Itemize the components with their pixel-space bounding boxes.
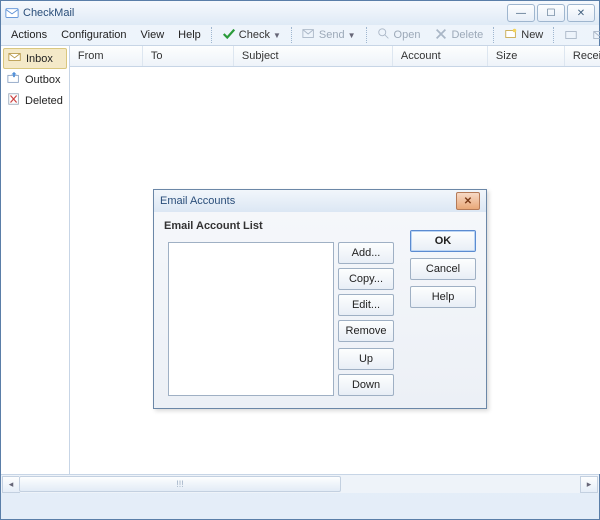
dialog-titlebar: Email Accounts ✕: [154, 190, 486, 212]
sidebar-item-outbox[interactable]: Outbox: [1, 69, 69, 90]
reply-icon-button[interactable]: [558, 26, 584, 44]
send-icon: [302, 27, 316, 44]
window-title: CheckMail: [23, 7, 507, 19]
toolbar-separator: [493, 27, 494, 43]
scroll-thumb[interactable]: !!!: [19, 476, 341, 492]
col-to[interactable]: To: [143, 46, 234, 66]
menu-help[interactable]: Help: [172, 28, 207, 42]
col-from[interactable]: From: [70, 46, 143, 66]
cancel-button[interactable]: Cancel: [410, 258, 476, 280]
delete-label: Delete: [451, 29, 483, 41]
account-listbox[interactable]: [168, 242, 334, 396]
copy-button[interactable]: Copy...: [338, 268, 394, 290]
sidebar-item-label: Deleted: [25, 95, 63, 107]
delete-icon: [434, 27, 448, 44]
titlebar: CheckMail — ☐ ✕: [1, 1, 599, 25]
send-button[interactable]: Send ▼: [296, 25, 362, 46]
dialog-title: Email Accounts: [160, 195, 456, 207]
col-subject[interactable]: Subject: [234, 46, 393, 66]
dialog-action-buttons: OK Cancel Help: [410, 230, 476, 308]
check-button[interactable]: Check ▼: [216, 25, 287, 46]
up-button[interactable]: Up: [338, 348, 394, 370]
toolbar-separator: [291, 27, 292, 43]
menu-view[interactable]: View: [135, 28, 171, 42]
dialog-body: Email Account List Add... Copy... Edit..…: [154, 212, 486, 408]
window-buttons: — ☐ ✕: [507, 4, 595, 22]
remove-button[interactable]: Remove: [338, 320, 394, 342]
add-button[interactable]: Add...: [338, 242, 394, 264]
help-button[interactable]: Help: [410, 286, 476, 308]
new-icon: [504, 27, 518, 44]
sidebar-item-deleted[interactable]: Deleted: [1, 90, 69, 111]
main-window: CheckMail — ☐ ✕ Actions Configuration Vi…: [0, 0, 600, 520]
inbox-icon: [8, 50, 22, 67]
col-received[interactable]: Received: [565, 46, 600, 66]
toolbar-separator: [366, 27, 367, 43]
scroll-left-button[interactable]: ◂: [2, 476, 20, 493]
col-account[interactable]: Account: [393, 46, 488, 66]
minimize-button[interactable]: —: [507, 4, 535, 22]
maximize-button[interactable]: ☐: [537, 4, 565, 22]
delete-button[interactable]: Delete: [428, 25, 489, 46]
dialog-close-button[interactable]: ✕: [456, 192, 480, 210]
check-icon: [222, 27, 236, 44]
sidebar-item-inbox[interactable]: Inbox: [3, 48, 67, 69]
col-size[interactable]: Size: [488, 46, 565, 66]
horizontal-scrollbar[interactable]: ◂ !!! ▸: [1, 474, 599, 493]
ok-button[interactable]: OK: [410, 230, 476, 252]
scroll-thumb-grip: !!!: [176, 479, 184, 489]
new-label: New: [521, 29, 543, 41]
menu-separator: [211, 27, 212, 43]
app-icon: [5, 6, 19, 20]
open-button[interactable]: Open: [371, 25, 427, 46]
sidebar-item-label: Outbox: [25, 74, 60, 86]
toolbar-separator: [553, 27, 554, 43]
forward-icon-button[interactable]: [586, 26, 600, 44]
new-button[interactable]: New: [498, 25, 549, 46]
folder-tree: Inbox Outbox Deleted: [1, 46, 70, 474]
check-label: Check: [239, 29, 270, 41]
edit-button[interactable]: Edit...: [338, 294, 394, 316]
email-accounts-dialog: Email Accounts ✕ Email Account List Add.…: [153, 189, 487, 409]
search-icon: [377, 27, 391, 44]
chevron-down-icon: ▼: [273, 31, 281, 40]
list-edit-buttons: Add... Copy... Edit... Remove: [338, 242, 394, 342]
close-button[interactable]: ✕: [567, 4, 595, 22]
menu-configuration[interactable]: Configuration: [55, 28, 132, 42]
list-order-buttons: Up Down: [338, 348, 394, 396]
chevron-down-icon: ▼: [348, 31, 356, 40]
send-label: Send: [319, 29, 345, 41]
outbox-icon: [7, 71, 21, 88]
sidebar-item-label: Inbox: [26, 53, 53, 65]
down-button[interactable]: Down: [338, 374, 394, 396]
column-headers: From To Subject Account Size Received: [70, 46, 600, 67]
menu-actions[interactable]: Actions: [5, 28, 53, 42]
menubar: Actions Configuration View Help Check ▼ …: [1, 25, 599, 45]
open-label: Open: [394, 29, 421, 41]
deleted-icon: [7, 92, 21, 109]
scroll-right-button[interactable]: ▸: [580, 476, 598, 493]
